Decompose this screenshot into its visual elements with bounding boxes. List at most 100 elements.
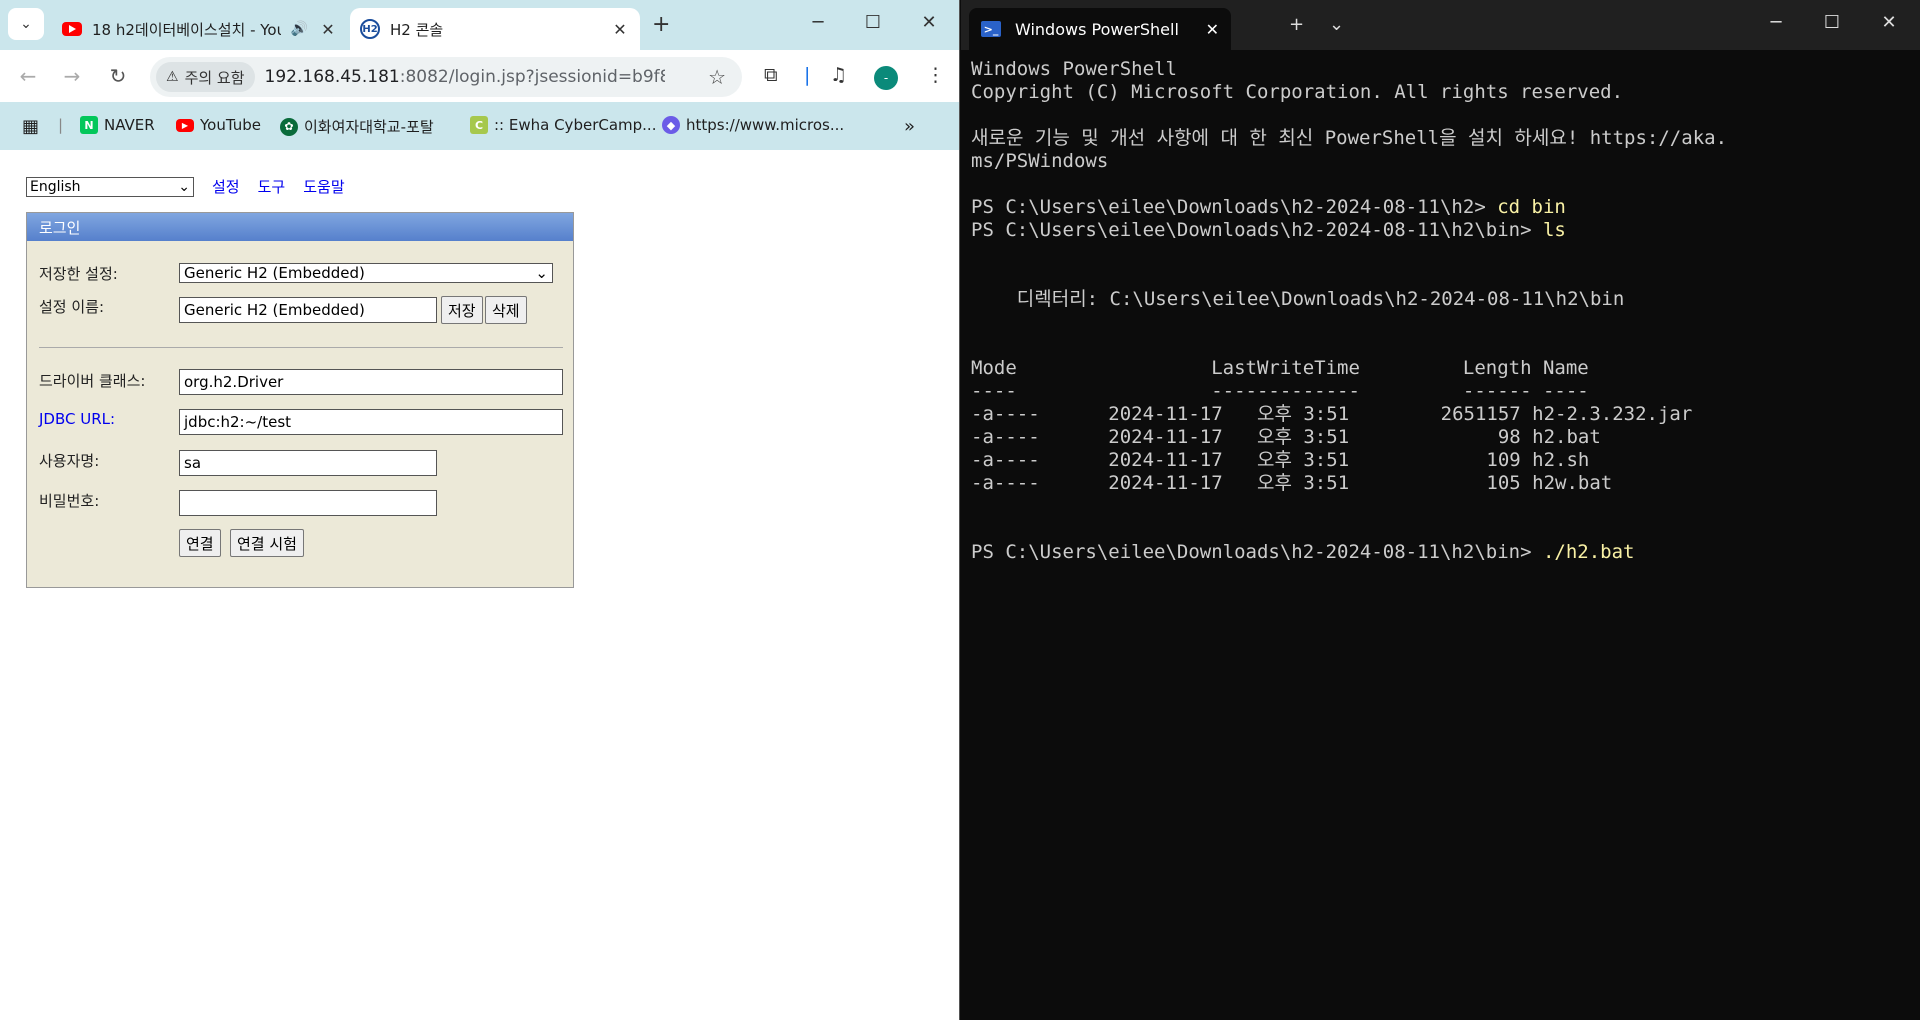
language-row: English ⌄ 설정 도구 도움말 bbox=[26, 176, 345, 197]
setting-name-input[interactable]: Generic H2 (Embedded) bbox=[179, 297, 437, 323]
driver-class-input[interactable]: org.h2.Driver bbox=[179, 369, 563, 395]
tab-title: 18 h2데이터베이스설치 - YouTube bbox=[92, 20, 281, 39]
username-input[interactable]: sa bbox=[179, 450, 437, 476]
terminal-line: PS C:\Users\eilee\Downloads\h2-2024-08-1… bbox=[971, 196, 1727, 219]
close-icon[interactable]: ✕ bbox=[1206, 20, 1219, 39]
minimize-button[interactable]: ─ bbox=[803, 12, 833, 33]
bookmark-youtube[interactable]: ▶ YouTube bbox=[176, 116, 261, 134]
terminal-line: ---- ------------- ------ ---- bbox=[971, 380, 1589, 402]
link-help[interactable]: 도움말 bbox=[303, 176, 344, 197]
speaker-icon[interactable]: 🔊 bbox=[291, 21, 308, 37]
terminal-line: Windows PowerShell bbox=[971, 58, 1177, 80]
prompt: PS C:\Users\eilee\Downloads\h2-2024-08-1… bbox=[971, 219, 1543, 241]
jdbc-url-label[interactable]: JDBC URL: bbox=[39, 410, 115, 428]
chevron-down-icon[interactable]: ⌄ bbox=[1329, 14, 1344, 35]
save-button[interactable]: 저장 bbox=[441, 296, 483, 324]
back-button[interactable]: ← bbox=[14, 64, 42, 88]
language-select[interactable]: English ⌄ bbox=[26, 176, 194, 197]
naver-icon: N bbox=[80, 116, 98, 134]
more-bookmarks-icon[interactable]: » bbox=[904, 116, 915, 137]
bookmark-label: https://www.micros... bbox=[686, 116, 845, 134]
terminal-line: -a---- 2024-11-17 오후 3:51 2651157 h2-2.3… bbox=[971, 403, 1693, 425]
browser-window: ⌄ 18 h2데이터베이스설치 - YouTube 🔊 ✕ H2 H2 콘솔 ✕… bbox=[0, 0, 960, 1020]
apps-grid-icon[interactable]: ▦ bbox=[22, 116, 39, 137]
close-window-button[interactable]: ✕ bbox=[1874, 12, 1904, 33]
security-chip[interactable]: ⚠ 주의 요함 bbox=[156, 62, 255, 92]
close-icon[interactable]: ✕ bbox=[610, 20, 630, 39]
test-connection-button[interactable]: 연결 시험 bbox=[230, 529, 304, 557]
url-text[interactable]: 192.168.45.181:8082/login.jsp?jsessionid… bbox=[265, 67, 665, 87]
close-icon[interactable]: ✕ bbox=[318, 20, 338, 39]
bookmark-star-icon[interactable]: ☆ bbox=[708, 65, 726, 89]
tab-powershell[interactable]: >_ Windows PowerShell ✕ bbox=[969, 8, 1231, 50]
tab-search-button[interactable]: ⌄ bbox=[8, 8, 44, 40]
saved-settings-select[interactable]: Generic H2 (Embedded) ⌄ bbox=[179, 263, 553, 283]
bookmarks-bar: ▦ | N NAVER ▶ YouTube ✿ 이화여자대학교-포탈 C:: Ewha… bbox=[0, 102, 959, 150]
connect-button[interactable]: 연결 bbox=[179, 529, 221, 557]
saved-settings-value: Generic H2 (Embedded) bbox=[184, 264, 365, 282]
menu-kebab-icon[interactable]: ⋮ bbox=[926, 64, 945, 86]
youtube-icon bbox=[62, 21, 82, 37]
new-tab-button[interactable]: + bbox=[1289, 14, 1304, 35]
terminal-tab-bar: >_ Windows PowerShell ✕ + ⌄ ─ ☐ ✕ bbox=[961, 0, 1920, 50]
tab-title: Windows PowerShell bbox=[1015, 19, 1179, 39]
tab-h2-console[interactable]: H2 H2 콘솔 ✕ bbox=[350, 8, 640, 50]
command: ls bbox=[1542, 219, 1566, 241]
media-control-icon[interactable]: ♫ bbox=[830, 64, 847, 86]
new-tab-button[interactable]: + bbox=[652, 12, 670, 37]
link-preferences[interactable]: 설정 bbox=[212, 176, 240, 197]
jdbc-url-input[interactable]: jdbc:h2:~/test bbox=[179, 409, 563, 435]
extensions-icon[interactable]: ⧉ bbox=[764, 64, 778, 86]
divider: | bbox=[58, 116, 64, 134]
address-bar[interactable]: ⚠ 주의 요함 192.168.45.181:8082/login.jsp?js… bbox=[150, 57, 742, 97]
bookmark-cybercampus[interactable]: C:: Ewha CyberCamp... bbox=[470, 116, 656, 134]
security-chip-label: 주의 요함 bbox=[184, 68, 245, 87]
browser-toolbar: ← → ↻ ⚠ 주의 요함 192.168.45.181:8082/login.… bbox=[0, 50, 959, 102]
chevron-down-icon: ⌄ bbox=[535, 264, 548, 282]
url-path: :8082/login.jsp?jsessionid=b9f8bb6... bbox=[399, 67, 665, 87]
bookmark-naver[interactable]: N NAVER bbox=[80, 116, 155, 134]
username-label: 사용자명: bbox=[39, 452, 100, 470]
avatar-initial: - bbox=[883, 71, 889, 85]
forward-button[interactable]: → bbox=[58, 64, 86, 88]
bookmark-label: NAVER bbox=[104, 116, 155, 134]
terminal-line: PS C:\Users\eilee\Downloads\h2-2024-08-1… bbox=[971, 541, 1727, 564]
delete-button[interactable]: 삭제 bbox=[485, 296, 527, 324]
link-tools[interactable]: 도구 bbox=[258, 176, 286, 197]
language-value: English bbox=[30, 178, 81, 195]
command: ./h2.bat bbox=[1542, 541, 1635, 563]
terminal-line: 새로운 기능 및 개선 사항에 대 한 최신 PowerShell을 설치 하세… bbox=[971, 127, 1728, 149]
prompt: PS C:\Users\eilee\Downloads\h2-2024-08-1… bbox=[971, 196, 1498, 218]
maximize-button[interactable]: ☐ bbox=[1817, 12, 1847, 33]
avatar[interactable]: - bbox=[874, 66, 898, 90]
password-input[interactable] bbox=[179, 490, 437, 516]
divider: | bbox=[804, 64, 811, 86]
maximize-button[interactable]: ☐ bbox=[858, 12, 888, 33]
terminal-output[interactable]: Windows PowerShell Copyright (C) Microsof… bbox=[971, 58, 1727, 564]
reload-button[interactable]: ↻ bbox=[104, 64, 132, 88]
terminal-line: -a---- 2024-11-17 오후 3:51 105 h2w.bat bbox=[971, 472, 1613, 494]
minimize-button[interactable]: ─ bbox=[1761, 12, 1791, 33]
cybercampus-icon: C bbox=[470, 116, 488, 134]
url-host: 192.168.45.181 bbox=[264, 67, 400, 87]
chevron-down-icon: ⌄ bbox=[20, 16, 32, 32]
terminal-line: Mode LastWriteTime Length Name bbox=[971, 357, 1589, 379]
bookmark-microsoft[interactable]: ◆ https://www.micros... bbox=[662, 116, 844, 134]
warning-icon: ⚠ bbox=[166, 69, 179, 85]
divider bbox=[39, 347, 563, 348]
driver-class-label: 드라이버 클래스: bbox=[39, 372, 146, 390]
bookmark-label: :: Ewha CyberCamp... bbox=[494, 116, 657, 134]
tab-strip: ⌄ 18 h2데이터베이스설치 - YouTube 🔊 ✕ H2 H2 콘솔 ✕… bbox=[0, 0, 959, 50]
bookmark-label: 이화여자대학교-포탈 bbox=[304, 118, 434, 136]
close-window-button[interactable]: ✕ bbox=[914, 12, 944, 33]
bookmark-ewha-portal[interactable]: ✿ 이화여자대학교-포탈 bbox=[280, 116, 434, 137]
tab-youtube[interactable]: 18 h2데이터베이스설치 - YouTube 🔊 ✕ bbox=[52, 8, 348, 50]
powershell-icon: >_ bbox=[981, 21, 1001, 37]
